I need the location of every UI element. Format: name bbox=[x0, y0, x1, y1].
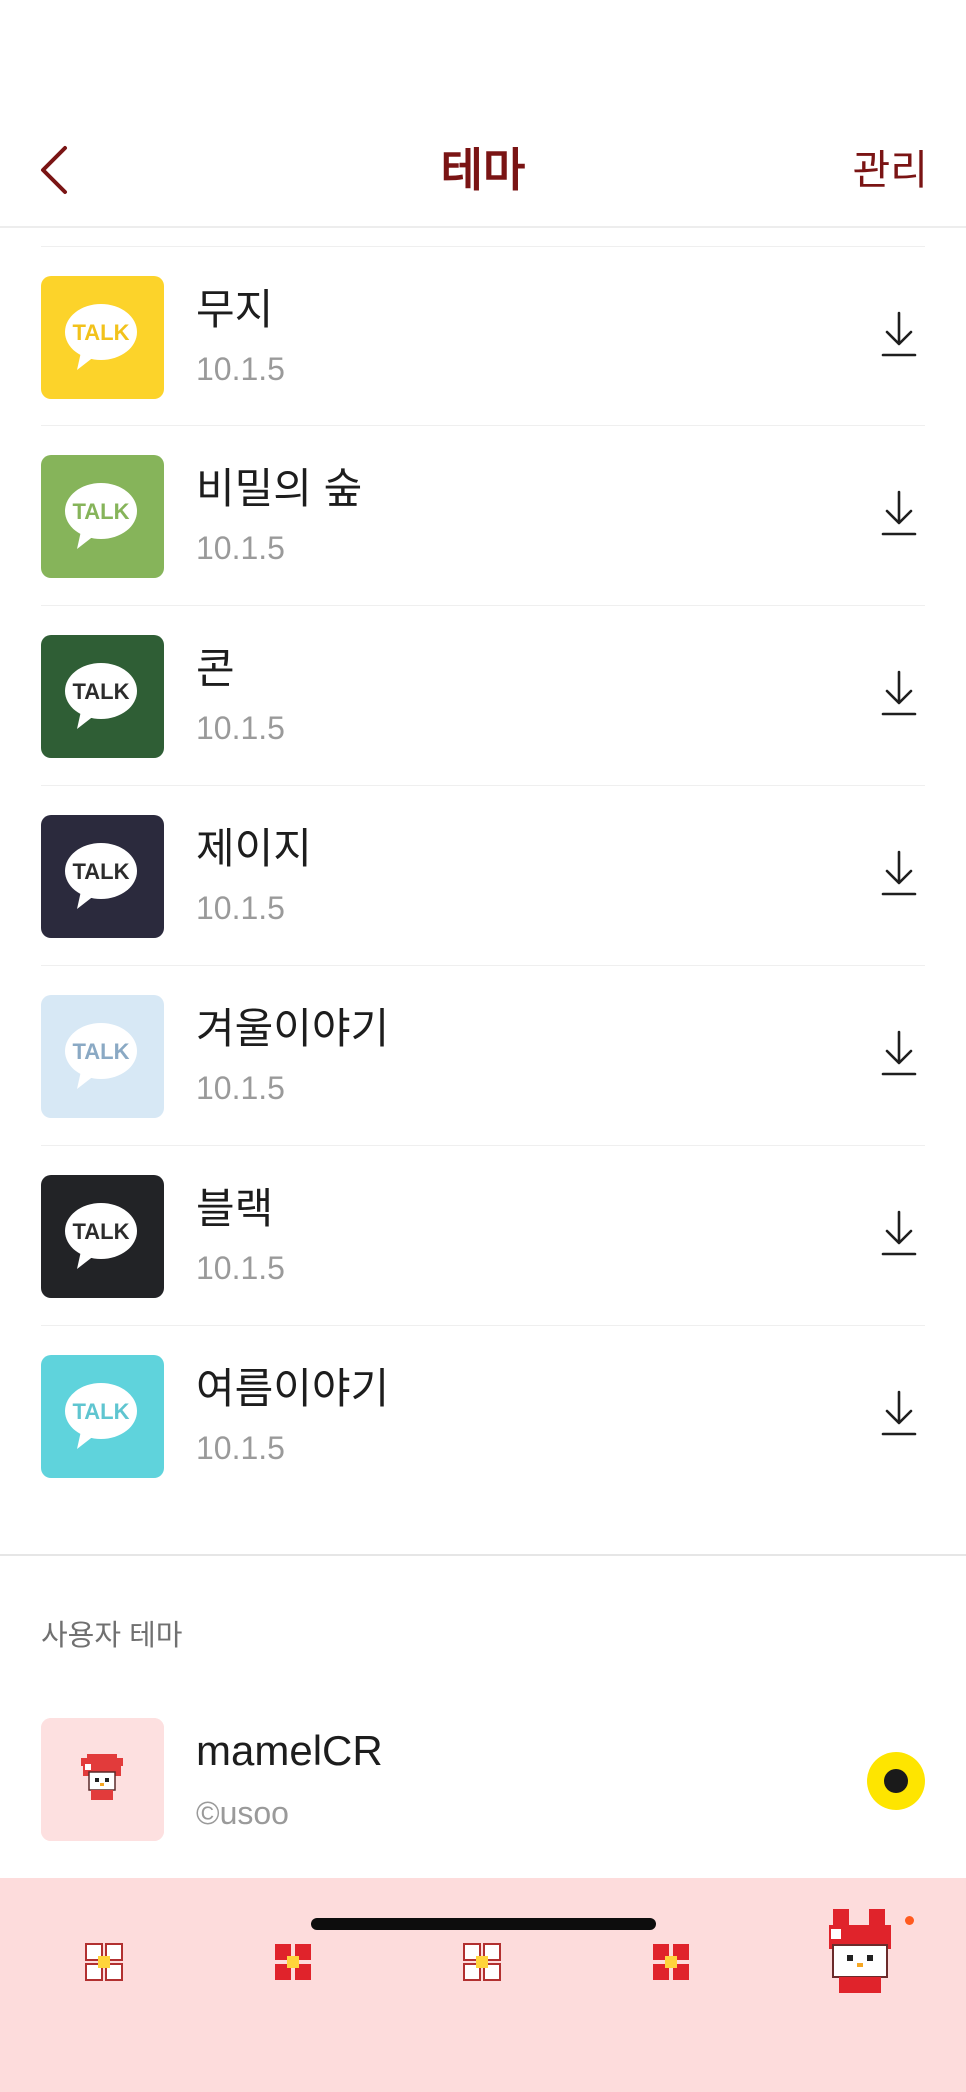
notification-badge bbox=[905, 1916, 914, 1925]
talk-bubble-text: TALK bbox=[72, 1039, 129, 1064]
tab-chats[interactable] bbox=[253, 1922, 333, 2002]
page-title: 테마 bbox=[440, 144, 526, 196]
muzi-theme-icon: TALK bbox=[41, 276, 164, 399]
black-theme-icon: TALK bbox=[41, 1175, 164, 1298]
talk-bubble-text: TALK bbox=[72, 499, 129, 524]
download-icon[interactable] bbox=[877, 668, 921, 720]
secret-forest-theme-icon: TALK bbox=[41, 455, 164, 578]
theme-name: 제이지 bbox=[196, 825, 312, 872]
talk-bubble-text: TALK bbox=[72, 1399, 129, 1424]
download-icon[interactable] bbox=[877, 1028, 921, 1080]
selected-radio[interactable] bbox=[867, 1752, 925, 1810]
theme-row[interactable]: TALK 겨울이야기 10.1.5 bbox=[41, 966, 925, 1146]
theme-version: 10.1.5 bbox=[196, 710, 285, 746]
talk-bubble-text: TALK bbox=[72, 679, 129, 704]
theme-row[interactable]: TALK 여름이야기 10.1.5 bbox=[41, 1326, 925, 1506]
flower-outline-icon bbox=[462, 1942, 502, 1982]
winter-story-theme-icon: TALK bbox=[41, 995, 164, 1118]
tab-shopping[interactable] bbox=[631, 1922, 711, 2002]
flower-red-icon bbox=[275, 1944, 311, 1980]
theme-version: 10.1.5 bbox=[196, 1070, 285, 1106]
radio-dot bbox=[884, 1769, 908, 1793]
theme-name: 콘 bbox=[196, 645, 235, 692]
theme-version: 10.1.5 bbox=[196, 351, 285, 387]
theme-name: 겨울이야기 bbox=[196, 1005, 390, 1052]
theme-version: 10.1.5 bbox=[196, 1430, 285, 1466]
theme-list: TALK 무지 10.1.5 TALK 비밀의 숲 10.1.5 TALK 콘 10.1.5 TA… bbox=[0, 246, 966, 1506]
tab-bar bbox=[0, 1878, 966, 2092]
user-theme-item[interactable]: mamelCR ©usoo bbox=[41, 1718, 925, 1848]
download-icon[interactable] bbox=[877, 488, 921, 540]
user-theme-section-label: 사용자 테마 bbox=[41, 1620, 183, 1652]
flower-red-icon bbox=[653, 1944, 689, 1980]
con-theme-icon: TALK bbox=[41, 635, 164, 758]
tab-view[interactable] bbox=[442, 1922, 522, 2002]
theme-row[interactable]: TALK 제이지 10.1.5 bbox=[41, 786, 925, 966]
theme-version: 10.1.5 bbox=[196, 1250, 285, 1286]
jayg-theme-icon: TALK bbox=[41, 815, 164, 938]
home-indicator bbox=[311, 1918, 656, 1930]
theme-name: 여름이야기 bbox=[196, 1365, 390, 1412]
theme-row[interactable]: TALK 무지 10.1.5 bbox=[41, 246, 925, 426]
summer-story-theme-icon: TALK bbox=[41, 1355, 164, 1478]
user-theme-author: ©usoo bbox=[196, 1795, 289, 1831]
mymelody-theme-icon bbox=[41, 1718, 164, 1841]
theme-row[interactable]: TALK 블랙 10.1.5 bbox=[41, 1146, 925, 1326]
tab-friends[interactable] bbox=[64, 1922, 144, 2002]
flower-outline-icon bbox=[84, 1942, 124, 1982]
section-divider bbox=[0, 1554, 966, 1556]
download-icon[interactable] bbox=[877, 1208, 921, 1260]
download-icon[interactable] bbox=[877, 309, 921, 361]
talk-bubble-text: TALK bbox=[72, 1219, 129, 1244]
download-icon[interactable] bbox=[877, 848, 921, 900]
tab-more[interactable] bbox=[820, 1902, 900, 2002]
theme-row[interactable]: TALK 비밀의 숲 10.1.5 bbox=[41, 426, 925, 606]
user-theme-name: mamelCR bbox=[196, 1727, 383, 1774]
theme-name: 비밀의 숲 bbox=[196, 465, 363, 512]
theme-name: 무지 bbox=[196, 286, 274, 333]
manage-button[interactable]: 관리 bbox=[853, 140, 928, 200]
talk-bubble-text: TALK bbox=[72, 859, 129, 884]
talk-bubble-text: TALK bbox=[72, 320, 129, 345]
mymelody-icon bbox=[829, 1909, 891, 1993]
theme-version: 10.1.5 bbox=[196, 890, 285, 926]
theme-row[interactable]: TALK 콘 10.1.5 bbox=[41, 606, 925, 786]
theme-version: 10.1.5 bbox=[196, 530, 285, 566]
header: 테마 관리 bbox=[0, 0, 966, 228]
download-icon[interactable] bbox=[877, 1388, 921, 1440]
theme-name: 블랙 bbox=[196, 1185, 274, 1232]
